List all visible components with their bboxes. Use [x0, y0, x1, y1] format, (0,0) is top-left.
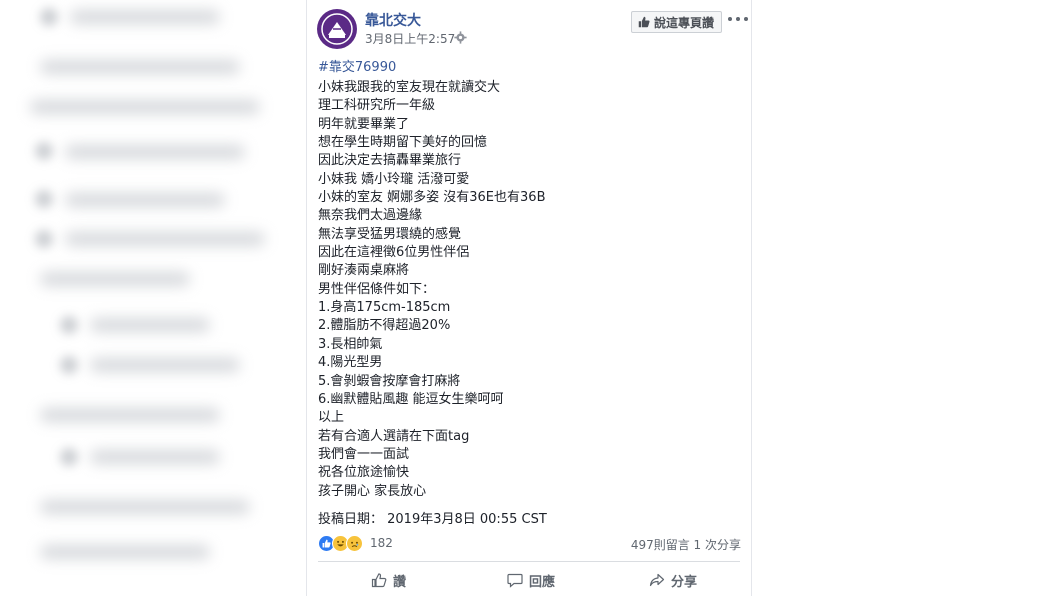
post-body-line: 男性伴侶條件如下： [318, 281, 436, 297]
page-logo[interactable] [317, 9, 357, 49]
post-body-line: 明年就要畢業了 [318, 116, 410, 132]
post-body-line: 理工科研究所一年級 [318, 98, 436, 114]
post-body-line: 以上 [318, 410, 345, 426]
post-timestamp[interactable]: 3月8日上午2:57 · [365, 30, 463, 47]
blurred-avatar [35, 142, 53, 160]
blurred-row [65, 145, 245, 159]
post-body-line: 若有合適人選請在下面tag [318, 428, 470, 444]
post-body-line: 小妹我 嬌小玲瓏 活潑可愛 [318, 171, 470, 187]
blurred-row [40, 500, 250, 514]
like-button[interactable]: 讚 [371, 567, 406, 593]
post-body-line: 因此在這裡徵6位男性伴侶 [318, 245, 470, 261]
comment-icon [507, 573, 523, 588]
comment-label: 回應 [529, 574, 556, 590]
blurred-row [90, 450, 220, 464]
post-body-line: 我們會一一面試 [318, 446, 410, 462]
reactions-summary[interactable]: 182 [318, 534, 393, 552]
post-body-line: 孩子開心 家長放心 [318, 483, 427, 499]
blurred-row [40, 60, 240, 74]
blurred-row [40, 272, 190, 286]
post-body-line: 因此決定去搞轟畢業旅行 [318, 153, 462, 169]
blurred-row [90, 318, 210, 332]
more-options-icon[interactable] [728, 12, 748, 26]
post-body: 小妹我跟我的室友現在就讀交大 理工科研究所一年級 明年就要畢業了想在學生時期留下美好… [318, 79, 545, 501]
blurred-avatar [35, 190, 53, 208]
comments-shares-count[interactable]: 497則留言 1 次分享 [631, 536, 741, 553]
post-body-line: 小妹的室友 婀娜多姿 沒有36E也有36B [318, 190, 546, 206]
comment-button[interactable]: 回應 [507, 567, 555, 593]
blurred-row [40, 408, 220, 422]
divider [318, 561, 740, 562]
like-label: 讚 [393, 574, 407, 590]
blurred-row [90, 358, 240, 372]
post-body-line: 無法享受猛男環繞的感覺 [318, 226, 462, 242]
page-name-link[interactable]: 靠北交大 [365, 10, 421, 30]
blurred-row [65, 193, 225, 207]
reaction-count: 182 [370, 536, 393, 550]
blurred-avatar [60, 448, 78, 466]
gear-icon[interactable] [454, 31, 467, 44]
post-body-line: 小妹我跟我的室友現在就讀交大 [318, 80, 501, 95]
like-page-label: 說這專頁讚 [654, 15, 715, 30]
sad-icon [346, 534, 363, 552]
hashtag-link[interactable]: #靠交76990 [318, 56, 396, 75]
post-submission-date: 投稿日期： 2019年3月8日 00:55 CST [318, 512, 547, 527]
blurred-row [70, 10, 220, 24]
blurred-avatar [60, 316, 78, 334]
blurred-background [0, 0, 305, 596]
post-body-line: 剛好湊兩桌麻將 [318, 263, 410, 279]
blurred-row [30, 100, 260, 114]
blurred-avatar [35, 230, 53, 248]
post-body-line: 6.幽默體貼風趣 能逗女生樂呵呵 [318, 391, 504, 407]
post-body-line: 4.陽光型男 [318, 355, 383, 371]
blurred-row [65, 232, 265, 246]
post-body-line: 祝各位旅途愉快 [318, 465, 410, 481]
blurred-avatar [40, 8, 58, 26]
thumbs-up-icon [638, 16, 650, 28]
share-icon [649, 573, 665, 587]
right-margin [752, 0, 1060, 596]
post-body-line: 想在學生時期留下美好的回憶 [318, 135, 488, 151]
like-page-button[interactable]: 說這專頁讚 [631, 11, 723, 33]
post-body-line: 5.會剝蝦會按摩會打麻將 [318, 373, 461, 389]
post-body-line: 3.長相帥氣 [318, 336, 383, 352]
facebook-post: 靠北交大 3月8日上午2:57 · 說這專頁讚 #靠交76990 小妹我跟我的室… [306, 0, 752, 596]
share-label: 分享 [671, 574, 698, 590]
post-body-line: 無奈我們太過邊緣 [318, 208, 423, 224]
thumbs-up-icon [371, 573, 387, 588]
blurred-row [40, 545, 210, 559]
post-body-line: 2.體脂肪不得超過20% [318, 318, 451, 334]
page-logo-graphic [318, 10, 356, 48]
share-button[interactable]: 分享 [649, 567, 697, 593]
post-body-line: 1.身高175cm-185cm [318, 300, 451, 316]
blurred-avatar [60, 356, 78, 374]
